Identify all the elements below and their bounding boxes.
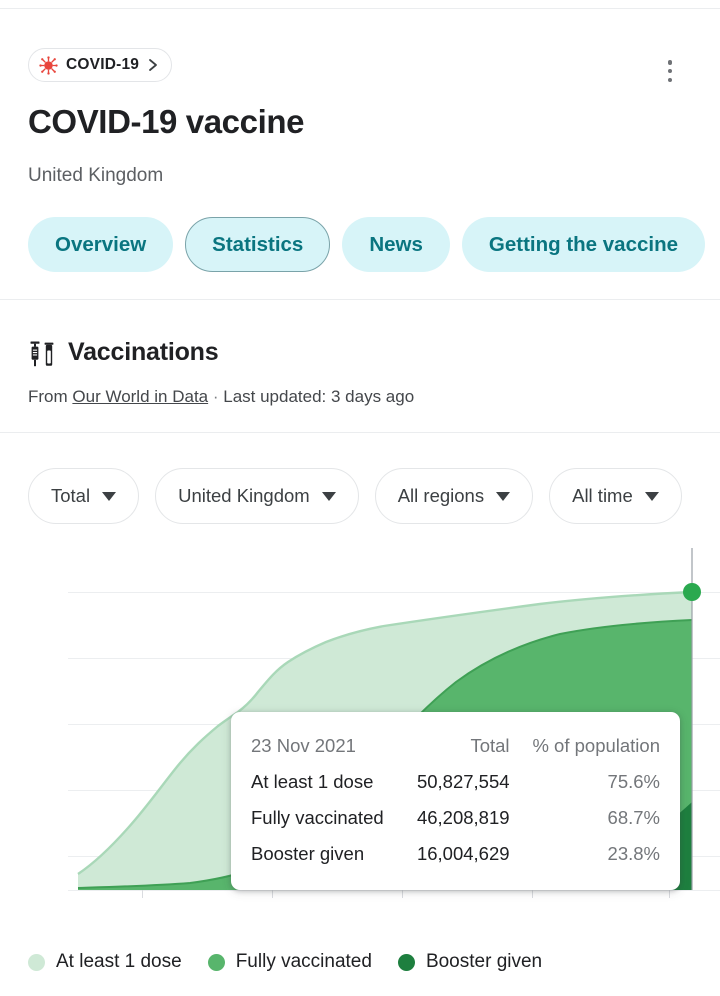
chart-cursor-marker <box>683 583 701 601</box>
tooltip-row-1-label: Fully vaccinated <box>251 807 384 828</box>
tooltip-header-row: 23 Nov 2021 Total % of population <box>251 728 660 764</box>
filter-metric-label: Total <box>51 485 91 506</box>
more-vert-icon-dot-2 <box>667 68 673 74</box>
more-vert-icon-dot-1 <box>667 60 673 65</box>
legend-label-fully-vaccinated: Fully vaccinated <box>235 951 372 972</box>
source-last-updated: Last updated: 3 days ago <box>223 387 415 406</box>
source-separator: · <box>208 387 224 406</box>
tab-statistics[interactable]: Statistics <box>185 217 331 272</box>
legend-swatch-icon <box>207 953 225 971</box>
tooltip-row-1-pct: 68.7% <box>607 807 660 828</box>
tabs-divider <box>0 299 720 300</box>
entity-chip-label: COVID-19 <box>66 56 140 73</box>
syringe-vial-icon <box>30 341 54 367</box>
tooltip-date: 23 Nov 2021 <box>251 735 356 756</box>
legend-item-fully-vaccinated[interactable]: Fully vaccinated <box>207 951 372 973</box>
tab-overview[interactable]: Overview <box>28 217 174 272</box>
virus-icon <box>39 55 58 75</box>
tooltip-row-1-total: 46,208,819 <box>416 807 510 828</box>
filter-region-dropdown[interactable]: All regions <box>374 468 534 524</box>
section-source-line: From Our World in Data · Last updated: 3… <box>28 387 414 407</box>
tooltip-row-0-pct: 75.6% <box>607 771 660 792</box>
tab-getting-the-vaccine-label: Getting the vaccine <box>488 232 678 256</box>
legend-item-booster-given[interactable]: Booster given <box>397 951 543 973</box>
chevron-down-icon <box>496 491 511 501</box>
table-row: At least 1 dose 50,827,554 75.6% <box>251 764 660 800</box>
tooltip-row-2-total: 16,004,629 <box>416 843 510 864</box>
chart-legend: At least 1 dose Fully vaccinated Booster… <box>28 951 542 973</box>
tab-news-label: News <box>369 232 423 256</box>
google-covid-vaccine-panel: COVID-19 COVID-19 vaccine United Kingdom… <box>0 0 720 996</box>
chevron-down-icon <box>102 491 117 501</box>
tooltip-row-0-label: At least 1 dose <box>251 771 374 792</box>
filter-metric-dropdown[interactable]: Total <box>28 468 140 524</box>
page-subtitle-location: United Kingdom <box>28 165 164 186</box>
tab-getting-the-vaccine[interactable]: Getting the vaccine <box>461 217 705 272</box>
chevron-down-icon <box>321 491 336 501</box>
legend-label-booster-given: Booster given <box>425 951 543 972</box>
more-vert-icon-dot-3 <box>667 77 673 82</box>
filter-country-label: United Kingdom <box>178 485 310 506</box>
legend-label-at-least-1-dose: At least 1 dose <box>56 951 182 972</box>
tab-news[interactable]: News <box>342 217 450 272</box>
legend-item-at-least-1-dose[interactable]: At least 1 dose <box>28 951 182 973</box>
tab-overview-label: Overview <box>55 232 147 256</box>
top-divider <box>0 8 720 9</box>
table-row: Booster given 16,004,629 23.8% <box>251 836 660 872</box>
filter-country-dropdown[interactable]: United Kingdom <box>155 468 359 524</box>
chart-tooltip: 23 Nov 2021 Total % of population At lea… <box>231 712 680 890</box>
legend-swatch-icon <box>397 953 415 971</box>
chart-filter-bar: Total United Kingdom All regions All tim… <box>28 468 682 524</box>
legend-swatch-icon <box>28 953 45 971</box>
tooltip-col-pct: % of population <box>532 735 660 756</box>
table-row: Fully vaccinated 46,208,819 68.7% <box>251 800 660 836</box>
tab-statistics-label: Statistics <box>212 232 304 256</box>
source-prefix: From <box>28 387 73 406</box>
section-divider <box>0 432 720 433</box>
tooltip-row-2-pct: 23.8% <box>607 843 660 864</box>
more-options-button[interactable] <box>660 58 680 84</box>
page-title: COVID-19 vaccine <box>28 103 305 140</box>
section-title: Vaccinations <box>68 338 219 366</box>
filter-timerange-dropdown[interactable]: All time <box>549 468 682 524</box>
tooltip-table: 23 Nov 2021 Total % of population At lea… <box>251 728 660 872</box>
tooltip-row-0-total: 50,827,554 <box>416 771 510 792</box>
tab-bar: Overview Statistics News Getting the vac… <box>28 217 705 272</box>
chart-xaxis-ticks <box>142 890 670 898</box>
filter-timerange-label: All time <box>572 485 633 506</box>
filter-region-label: All regions <box>397 485 485 506</box>
chevron-down-icon <box>644 491 659 501</box>
tooltip-row-2-label: Booster given <box>251 843 365 864</box>
source-link-our-world-in-data[interactable]: Our World in Data <box>72 387 208 406</box>
tooltip-col-total: Total <box>470 735 510 756</box>
entity-chip-covid19[interactable]: COVID-19 <box>28 48 173 82</box>
chevron-right-icon <box>149 59 157 71</box>
